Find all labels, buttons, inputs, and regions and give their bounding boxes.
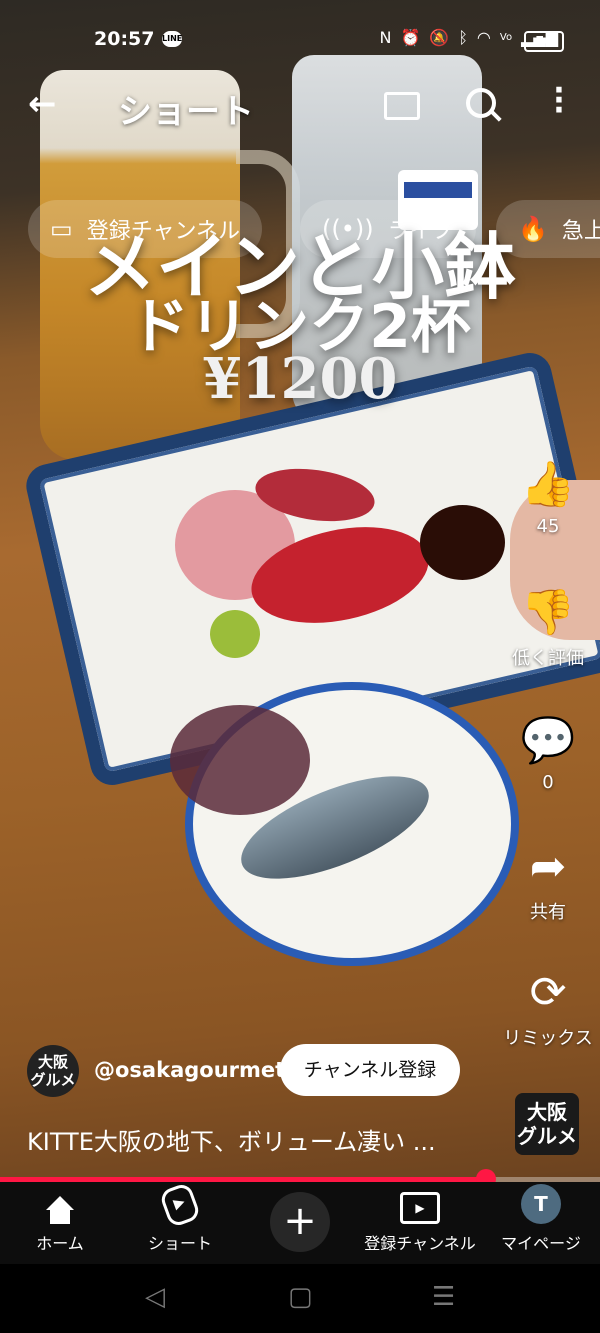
nfc-icon: N [379, 28, 392, 47]
nav-subscriptions[interactable]: ▶ 登録チャンネル [358, 1182, 482, 1264]
nav-shorts[interactable]: ▶ ショート [138, 1181, 222, 1264]
remix-icon: ⟳ [529, 967, 567, 1018]
like-button[interactable]: 👍 45 [498, 459, 598, 538]
volte-icon: Vo [499, 32, 513, 43]
home-icon [44, 1196, 76, 1224]
status-bar: 20:57 LINE N ⏰ 🔕 ᛒ ◠ Vo ▂▄▆ 74 [0, 22, 600, 60]
bottom-navigation: ホーム ▶ ショート + ▶ 登録チャンネル T マイページ [0, 1181, 600, 1264]
create-button[interactable]: + [270, 1192, 330, 1252]
status-time: 20:57 [94, 28, 155, 50]
remix-label: リミックス [503, 1028, 593, 1049]
nav-home[interactable]: ホーム [20, 1182, 100, 1264]
like-count: 45 [536, 516, 560, 537]
nav-label: マイページ [501, 1234, 581, 1253]
system-navigation-bar: ◁ ▢ ☰ [0, 1264, 600, 1333]
logo-text: 大阪 [527, 1100, 567, 1124]
dislike-label: 低く評価 [512, 648, 584, 669]
wifi-icon: ◠ [476, 28, 491, 47]
nav-label: ホーム [36, 1234, 84, 1253]
battery-indicator: 74 [524, 31, 564, 52]
logo-text: グルメ [517, 1124, 577, 1148]
video-overlay-price: ¥1200 [202, 346, 398, 412]
user-avatar: T [521, 1184, 561, 1224]
nav-label: 登録チャンネル [364, 1234, 476, 1253]
dislike-button[interactable]: 👎 低く評価 [498, 588, 598, 670]
avatar-text: 大阪 [37, 1053, 68, 1071]
subscriptions-icon: ▶ [400, 1192, 440, 1224]
share-label: 共有 [530, 902, 566, 923]
subscribe-button[interactable]: チャンネル登録 [280, 1044, 460, 1096]
greens-image [170, 705, 310, 815]
share-icon: ➦ [529, 841, 567, 892]
system-home-icon[interactable]: ▢ [288, 1282, 313, 1312]
mute-icon: 🔕 [429, 28, 450, 47]
comment-count: 0 [542, 772, 554, 793]
search-icon[interactable] [466, 88, 496, 118]
channel-logo: 大阪 グルメ [515, 1093, 579, 1155]
channel-handle[interactable]: @osakagourmet [94, 1058, 285, 1082]
wasabi-image [210, 610, 260, 658]
soy-sauce-image [420, 505, 505, 580]
system-recents-icon[interactable]: ☰ [432, 1282, 455, 1312]
avatar-text: グルメ [30, 1071, 76, 1089]
thumb-down-icon: 👎 [520, 587, 576, 638]
channel-avatar[interactable]: 大阪 グルメ [27, 1045, 79, 1097]
comment-button[interactable]: 💬 0 [498, 715, 598, 794]
comment-icon: 💬 [520, 715, 576, 766]
more-vert-icon[interactable]: · · · [552, 76, 566, 126]
cast-icon[interactable] [384, 92, 420, 120]
video-caption[interactable]: KITTE大阪の地下、ボリューム凄い ... [27, 1122, 436, 1157]
thumb-up-icon: 👍 [520, 459, 576, 510]
shorts-icon: ▶ [158, 1181, 202, 1229]
remix-button[interactable]: ⟳ リミックス [498, 968, 598, 1050]
page-title: ショート [118, 92, 254, 132]
nav-mypage[interactable]: T マイページ [494, 1182, 588, 1264]
alarm-icon: ⏰ [400, 28, 421, 47]
system-back-icon[interactable]: ◁ [145, 1282, 165, 1312]
shorts-screen: 20:57 LINE N ⏰ 🔕 ᛒ ◠ Vo ▂▄▆ 74 ← ショート · ·… [0, 0, 600, 1333]
share-button[interactable]: ➦ 共有 [498, 842, 598, 924]
back-arrow-icon[interactable]: ← [28, 84, 57, 124]
line-app-icon: LINE [162, 31, 182, 47]
nav-label: ショート [147, 1234, 212, 1253]
top-app-bar: ← ショート · · · [0, 76, 600, 136]
bluetooth-icon: ᛒ [458, 28, 468, 47]
